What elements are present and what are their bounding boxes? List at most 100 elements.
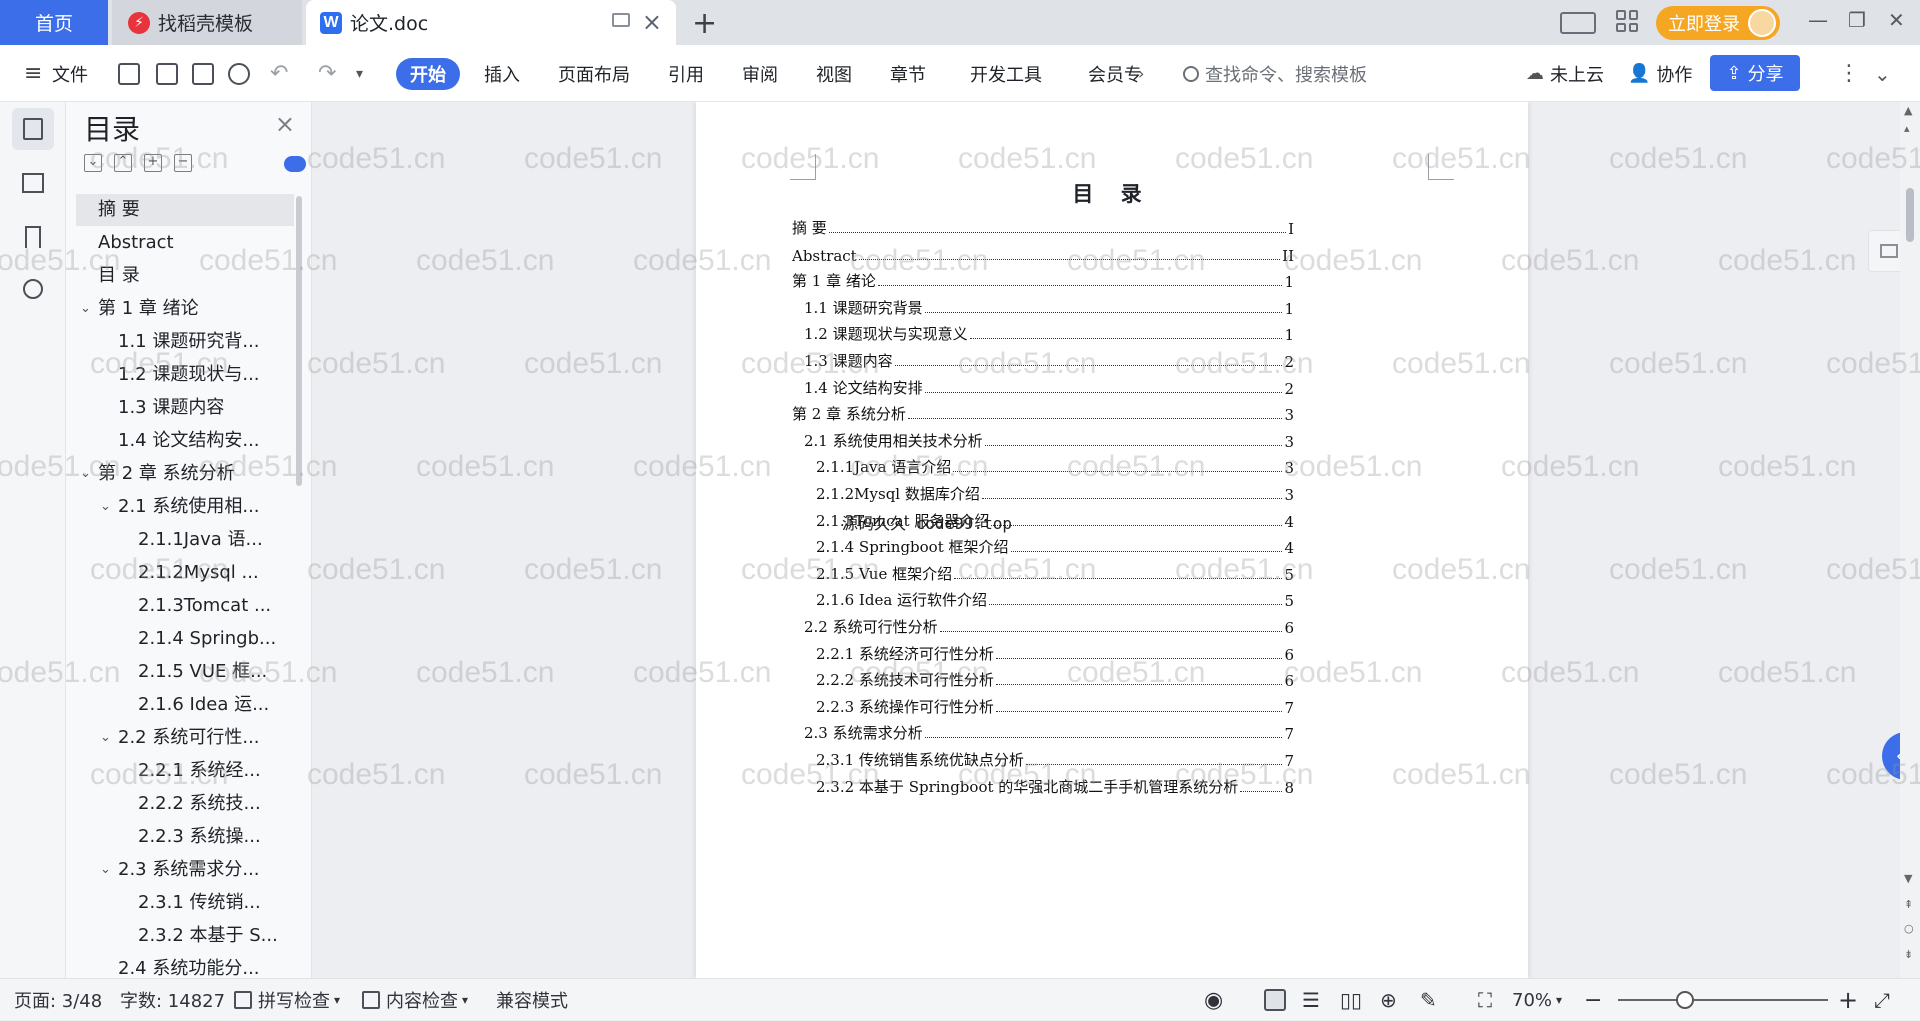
menu-view[interactable]: 视图 xyxy=(816,45,852,102)
collapse-ribbon-icon[interactable]: ⌄ xyxy=(1874,45,1891,102)
outline-item[interactable]: 2.3.1 传统销... xyxy=(76,887,294,919)
toc-entry[interactable]: 2.2 系统可行性分析 6 xyxy=(804,613,1294,637)
web-view-icon[interactable]: ⊕ xyxy=(1380,979,1397,1021)
menu-reference[interactable]: 引用 xyxy=(668,45,704,102)
outline-item[interactable]: ⌄ 2.3 系统需求分... xyxy=(76,854,294,886)
menu-chapter[interactable]: 章节 xyxy=(890,45,926,102)
vertical-scrollbar[interactable]: ▲ ▴ ▼ ⇞ ○ ⇟ xyxy=(1900,102,1920,978)
export-pdf-icon[interactable] xyxy=(156,63,178,85)
menu-review[interactable]: 审阅 xyxy=(742,45,778,102)
navigation-icon[interactable] xyxy=(12,162,54,204)
tab-document[interactable]: W 论文.doc × xyxy=(306,0,676,45)
toc-entry[interactable]: 1.1 课题研究背景 1 xyxy=(804,294,1294,318)
toc-entry[interactable]: 1.4 论文结构安排 2 xyxy=(804,374,1294,398)
prev-page-icon[interactable]: ⇞ xyxy=(1904,898,1913,911)
toc-entry[interactable]: 1.2 课题现状与实现意义 1 xyxy=(804,320,1294,344)
cloud-status[interactable]: ☁ 未上云 xyxy=(1526,45,1604,102)
outline-expand-icon[interactable]: ⌄ xyxy=(80,293,91,325)
select-browse-icon[interactable]: ○ xyxy=(1904,922,1914,935)
page-view-icon[interactable] xyxy=(1264,989,1286,1011)
outline-expand-icon[interactable]: ⌄ xyxy=(100,854,111,886)
eye-protection-icon[interactable]: ◉ xyxy=(1204,979,1223,1021)
page-indicator[interactable]: 页面: 3/48 xyxy=(14,979,102,1021)
outline-item[interactable]: 1.3 课题内容 xyxy=(76,392,294,424)
scroll-down-icon[interactable]: ▼ xyxy=(1904,872,1912,885)
print-preview-icon[interactable] xyxy=(228,63,250,85)
save-icon[interactable] xyxy=(118,63,140,85)
toc-entry[interactable]: 2.1.4 Springboot 框架介绍 4 xyxy=(816,533,1294,557)
outline-expand-icon[interactable]: ⌄ xyxy=(100,722,111,754)
layout-icon[interactable] xyxy=(1560,12,1596,34)
search-panel-icon[interactable] xyxy=(12,268,54,310)
toc-entry[interactable]: 第 1 章 绪论 1 xyxy=(792,267,1294,291)
remove-heading-icon[interactable]: − xyxy=(174,154,192,172)
fullscreen-icon[interactable]: ⤢ xyxy=(1874,979,1890,1021)
fit-page-icon[interactable]: ⛶ xyxy=(1478,979,1492,1021)
undo-icon[interactable]: ↶ xyxy=(270,45,288,102)
toc-panel-icon[interactable] xyxy=(12,108,54,150)
page-tools-icon[interactable] xyxy=(1868,230,1900,272)
write-view-icon[interactable]: ✎ xyxy=(1420,979,1437,1021)
outline-item[interactable]: 1.1 课题研究背... xyxy=(76,326,294,358)
close-tab-icon[interactable]: × xyxy=(642,8,662,36)
menu-scroll-right-icon[interactable]: › xyxy=(1138,45,1144,102)
outline-sync-toggle[interactable] xyxy=(284,156,306,172)
bookmark-icon[interactable] xyxy=(12,216,54,258)
new-tab-button[interactable]: + xyxy=(692,6,717,41)
add-heading-icon[interactable]: + xyxy=(144,154,162,172)
minimize-icon[interactable]: — xyxy=(1808,8,1828,32)
outline-scrollbar[interactable] xyxy=(296,196,302,486)
tab-home[interactable]: 首页 xyxy=(0,0,108,45)
quick-access-dropdown-icon[interactable]: ▾ xyxy=(356,45,363,102)
outline-item[interactable]: 2.4 系统功能分... xyxy=(76,953,294,978)
tab-template[interactable]: ⚡ 找稻壳模板 xyxy=(112,0,302,45)
outline-item[interactable]: 2.1.4 Springb... xyxy=(76,623,294,655)
close-window-icon[interactable]: ✕ xyxy=(1888,8,1905,32)
outline-view-icon[interactable]: ☰ xyxy=(1302,979,1320,1021)
outline-expand-icon[interactable]: ⌄ xyxy=(80,458,91,490)
toc-entry[interactable]: 1.3 课题内容 2 xyxy=(804,347,1294,371)
more-icon[interactable]: ⋮ xyxy=(1838,45,1860,102)
menu-member[interactable]: 会员专 xyxy=(1088,45,1142,102)
zoom-out-icon[interactable]: − xyxy=(1584,979,1602,1021)
zoom-level[interactable]: 70% ▾ xyxy=(1512,979,1562,1021)
zoom-slider-knob[interactable] xyxy=(1676,991,1694,1009)
outline-item[interactable]: ⌄ 第 1 章 绪论 xyxy=(76,293,294,325)
menu-file[interactable]: 文件 xyxy=(52,45,88,102)
toc-entry[interactable]: 第 2 章 系统分析 3 xyxy=(792,400,1294,424)
toc-entry[interactable]: 2.1.2Mysql 数据库介绍 3 xyxy=(816,480,1294,504)
outline-item[interactable]: 目 录 xyxy=(76,260,294,292)
document-page[interactable]: 目 录 摘 要 I Abstract II 第 1 章 绪论 1 1.1 课题研究背景 1 1.… xyxy=(696,102,1528,978)
print-icon[interactable] xyxy=(192,63,214,85)
restore-icon[interactable]: ❐ xyxy=(1848,8,1866,32)
outline-item[interactable]: Abstract xyxy=(76,227,294,259)
outline-item[interactable]: 2.1.2Mysql ... xyxy=(76,557,294,589)
content-check[interactable]: 内容检查 ▾ xyxy=(362,979,468,1021)
outline-item[interactable]: 2.3.2 本基于 S... xyxy=(76,920,294,952)
outline-item[interactable]: 2.1.5 VUE 框... xyxy=(76,656,294,688)
login-button[interactable]: 立即登录 xyxy=(1656,6,1780,40)
toc-entry[interactable]: 2.3.2 本基于 Springboot 的华强北商城二手手机管理系统分析 8 xyxy=(816,773,1294,797)
zoom-slider[interactable] xyxy=(1618,999,1828,1001)
next-page-icon[interactable]: ⇟ xyxy=(1904,948,1913,961)
zoom-in-icon[interactable]: + xyxy=(1838,979,1858,1021)
close-outline-icon[interactable]: × xyxy=(275,110,295,138)
outline-item[interactable]: 2.2.3 系统操... xyxy=(76,821,294,853)
outline-item[interactable]: 1.2 课题现状与... xyxy=(76,359,294,391)
page-up-icon[interactable]: ▴ xyxy=(1904,122,1910,135)
outline-item[interactable]: 2.2.1 系统经... xyxy=(76,755,294,787)
toc-entry[interactable]: 摘 要I xyxy=(792,214,1294,238)
redo-icon[interactable]: ↷ xyxy=(318,45,336,102)
outline-item[interactable]: 2.2.2 系统技... xyxy=(76,788,294,820)
hamburger-icon[interactable]: ≡ xyxy=(24,45,42,102)
menu-insert[interactable]: 插入 xyxy=(484,45,520,102)
outline-item[interactable]: 1.4 论文结构安... xyxy=(76,425,294,457)
menu-page-layout[interactable]: 页面布局 xyxy=(558,45,630,102)
outline-item[interactable]: 2.1.1Java 语... xyxy=(76,524,294,556)
menu-dev-tools[interactable]: 开发工具 xyxy=(970,45,1042,102)
outline-item[interactable]: ⌄ 第 2 章 系统分析 xyxy=(76,458,294,490)
toc-entry[interactable]: 2.3.1 传统销售系统优缺点分析 7 xyxy=(816,746,1294,770)
apps-grid-icon[interactable] xyxy=(1616,10,1638,32)
outline-item[interactable]: 2.1.6 Idea 运... xyxy=(76,689,294,721)
word-count[interactable]: 字数: 14827 xyxy=(120,979,225,1021)
